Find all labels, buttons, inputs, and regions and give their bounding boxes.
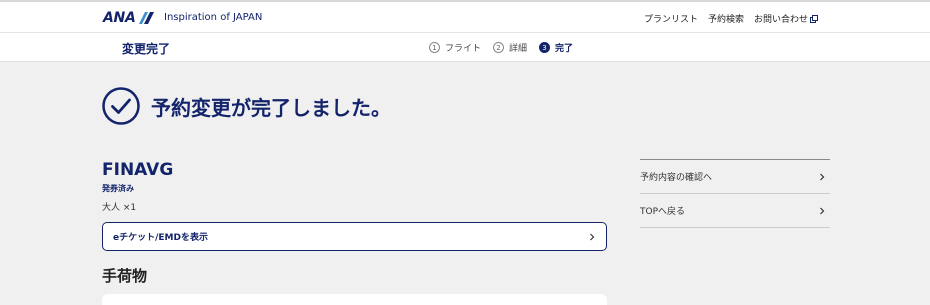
progress-bar-header: 変更完了 1 フライト 2 詳細 3 完了 (0, 33, 930, 62)
link-label: 予約内容の確認へ (640, 173, 713, 183)
header-nav: プランリスト 予約検索 お問い合わせ (644, 12, 818, 25)
step-label: 詳細 (509, 44, 528, 54)
nav-reservation-search[interactable]: 予約検索 (708, 12, 744, 25)
nav-contact[interactable]: お問い合わせ (754, 12, 818, 25)
eticket-button-label: eチケット/EMDを表示 (113, 233, 208, 243)
link-label: TOPへ戻る (640, 207, 686, 217)
baggage-section-title: 手荷物 (102, 267, 148, 285)
site-header: ANA Inspiration of JAPAN プランリスト 予約検索 お問い… (0, 2, 930, 33)
step-number: 1 (429, 42, 440, 53)
completion-banner: 予約変更が完了しました。 (102, 87, 391, 125)
logo-text: ANA (103, 10, 136, 26)
nav-contact-label: お問い合わせ (753, 15, 808, 25)
step-details: 2 詳細 (493, 41, 527, 54)
step-indicator: 1 フライト 2 詳細 3 完了 (429, 41, 573, 54)
chevron-right-icon (820, 207, 825, 214)
page-title: 変更完了 (122, 42, 171, 56)
tagline: Inspiration of JAPAN (164, 12, 263, 23)
link-back-to-top[interactable]: TOPへ戻る (640, 194, 830, 228)
step-label: フライト (445, 44, 482, 54)
side-link-list: 予約内容の確認へ TOPへ戻る (640, 159, 830, 228)
chevron-right-icon (820, 173, 825, 180)
check-circle-icon (102, 87, 140, 125)
ticket-status: 発券済み (102, 184, 134, 193)
chevron-right-icon (590, 233, 595, 240)
nav-plan-list[interactable]: プランリスト (644, 12, 698, 25)
step-number: 2 (493, 42, 505, 53)
completion-message: 予約変更が完了しました。 (151, 95, 391, 120)
link-view-reservation[interactable]: 予約内容の確認へ (640, 160, 830, 194)
step-flight: 1 フライト (429, 41, 481, 54)
external-link-icon (810, 14, 818, 23)
step-complete: 3 完了 (539, 41, 573, 54)
step-number: 3 (539, 42, 551, 53)
ana-logo[interactable]: ANA (103, 10, 154, 26)
view-eticket-button[interactable]: eチケット/EMDを表示 (102, 222, 607, 251)
baggage-card (102, 294, 607, 305)
fare-name: FINAVG (102, 160, 174, 180)
passenger-count: 大人 ×1 (102, 203, 137, 213)
ana-wing-icon (138, 12, 154, 24)
step-label: 完了 (555, 44, 574, 54)
